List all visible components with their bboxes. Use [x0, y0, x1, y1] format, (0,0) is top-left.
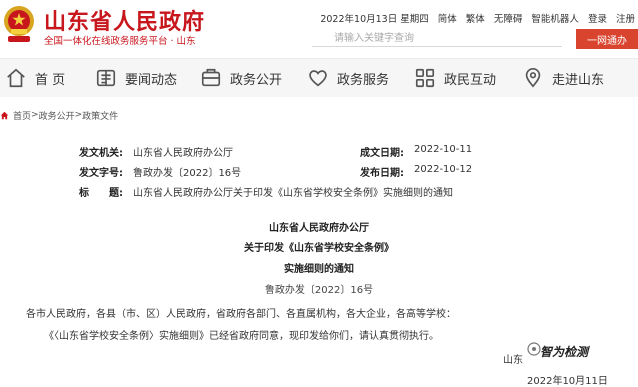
nav-item-home[interactable]: 首 页: [5, 59, 65, 97]
doc-heading-issuer: 山东省人民政府办公厅: [269, 223, 369, 234]
site-subtitle: 全国一体化在线政务服务平台 · 山东: [44, 36, 196, 47]
link-simplified[interactable]: 简体: [438, 14, 457, 25]
nav-item-open-affairs[interactable]: 政务公开: [200, 59, 282, 97]
home-icon: [0, 111, 9, 119]
nav-label: 首 页: [35, 72, 66, 88]
link-robot[interactable]: 智能机器人: [531, 14, 579, 25]
breadcrumb-separator: >: [31, 110, 39, 120]
main-nav: 首 页 要闻动态 政务公开 政务服务 政民互动 走进山东: [0, 58, 638, 97]
nav-item-interaction[interactable]: 政民互动: [414, 59, 496, 97]
site-header: 山东省人民政府 全国一体化在线政务服务平台 · 山东 2022年10月13日 星…: [0, 0, 638, 55]
link-login[interactable]: 登录: [588, 14, 607, 25]
doc-signature-date: 2022年10月11日: [527, 376, 608, 387]
title-label: 标 题:: [79, 188, 123, 199]
doc-addressees: 各市人民政府，各县（市、区）人民政府，省政府各部门、各直属机构，各大企业，各高等…: [26, 309, 456, 320]
nav-item-news[interactable]: 要闻动态: [95, 59, 177, 97]
location-icon: [525, 68, 541, 88]
site-title[interactable]: 山东省人民政府: [44, 4, 205, 36]
date-value: 2022-10-11: [414, 144, 473, 155]
document-meta: 发文机关: 山东省人民政府办公厅 成文日期: 2022-10-11 发文字号: …: [0, 124, 638, 204]
doc-signature-org: 山东: [503, 355, 523, 366]
nav-label: 要闻动态: [125, 72, 178, 88]
breadcrumb: 首页 > 政务公开 > 政策文件: [0, 107, 118, 123]
docno-value: 鲁政办发〔2022〕16号: [133, 168, 242, 179]
watermark-logo-icon: [527, 342, 541, 356]
heart-icon: [309, 70, 327, 87]
issuer-value: 山东省人民政府办公厅: [133, 148, 233, 159]
breadcrumb-policy-docs[interactable]: 政策文件: [82, 109, 118, 122]
home-icon: [7, 68, 25, 88]
docno-label: 发文字号:: [79, 168, 123, 179]
link-traditional[interactable]: 繁体: [466, 14, 485, 25]
news-icon: [96, 69, 116, 87]
doc-heading-title-2: 实施细则的通知: [284, 264, 354, 275]
watermark-text: 智为检测: [540, 345, 589, 359]
nav-label: 政民互动: [444, 72, 497, 88]
nav-label: 走进山东: [552, 72, 605, 88]
title-value: 山东省人民政府办公厅关于印发《山东省学校安全条例》实施细则的通知: [133, 188, 453, 199]
search-input[interactable]: [312, 30, 562, 47]
nav-item-shandong[interactable]: 走进山东: [522, 59, 604, 97]
link-register[interactable]: 注册: [616, 14, 635, 25]
breadcrumb-open-affairs[interactable]: 政务公开: [39, 109, 75, 122]
issuer-label: 发文机关:: [79, 148, 123, 159]
open-affairs-icon: [201, 68, 221, 87]
interaction-icon: [415, 68, 435, 88]
national-emblem-icon: [4, 6, 34, 42]
current-date: 2022年10月13日 星期四: [320, 14, 429, 25]
doc-body-text: 《〈山东省学校安全条例〉实施细则》已经省政府同意，现印发给你们，请认真贯彻执行。: [44, 331, 439, 342]
nav-label: 政务公开: [230, 72, 283, 88]
date-label: 成文日期:: [360, 148, 404, 159]
link-accessibility[interactable]: 无障碍: [494, 14, 523, 25]
breadcrumb-home[interactable]: 首页: [13, 109, 31, 122]
doc-number: 鲁政办发〔2022〕16号: [264, 285, 374, 296]
breadcrumb-separator: >: [74, 110, 83, 120]
onenet-button[interactable]: 一网通办: [576, 29, 638, 49]
publish-value: 2022-10-12: [414, 164, 473, 175]
nav-item-gov-services[interactable]: 政务服务: [307, 59, 389, 97]
publish-label: 发布日期:: [360, 168, 404, 179]
top-links: 2022年10月13日 星期四 简体 繁体 无障碍 智能机器人 登录 注册: [320, 11, 635, 25]
nav-label: 政务服务: [337, 72, 390, 88]
doc-heading-title-1: 关于印发《山东省学校安全条例》: [244, 243, 394, 254]
